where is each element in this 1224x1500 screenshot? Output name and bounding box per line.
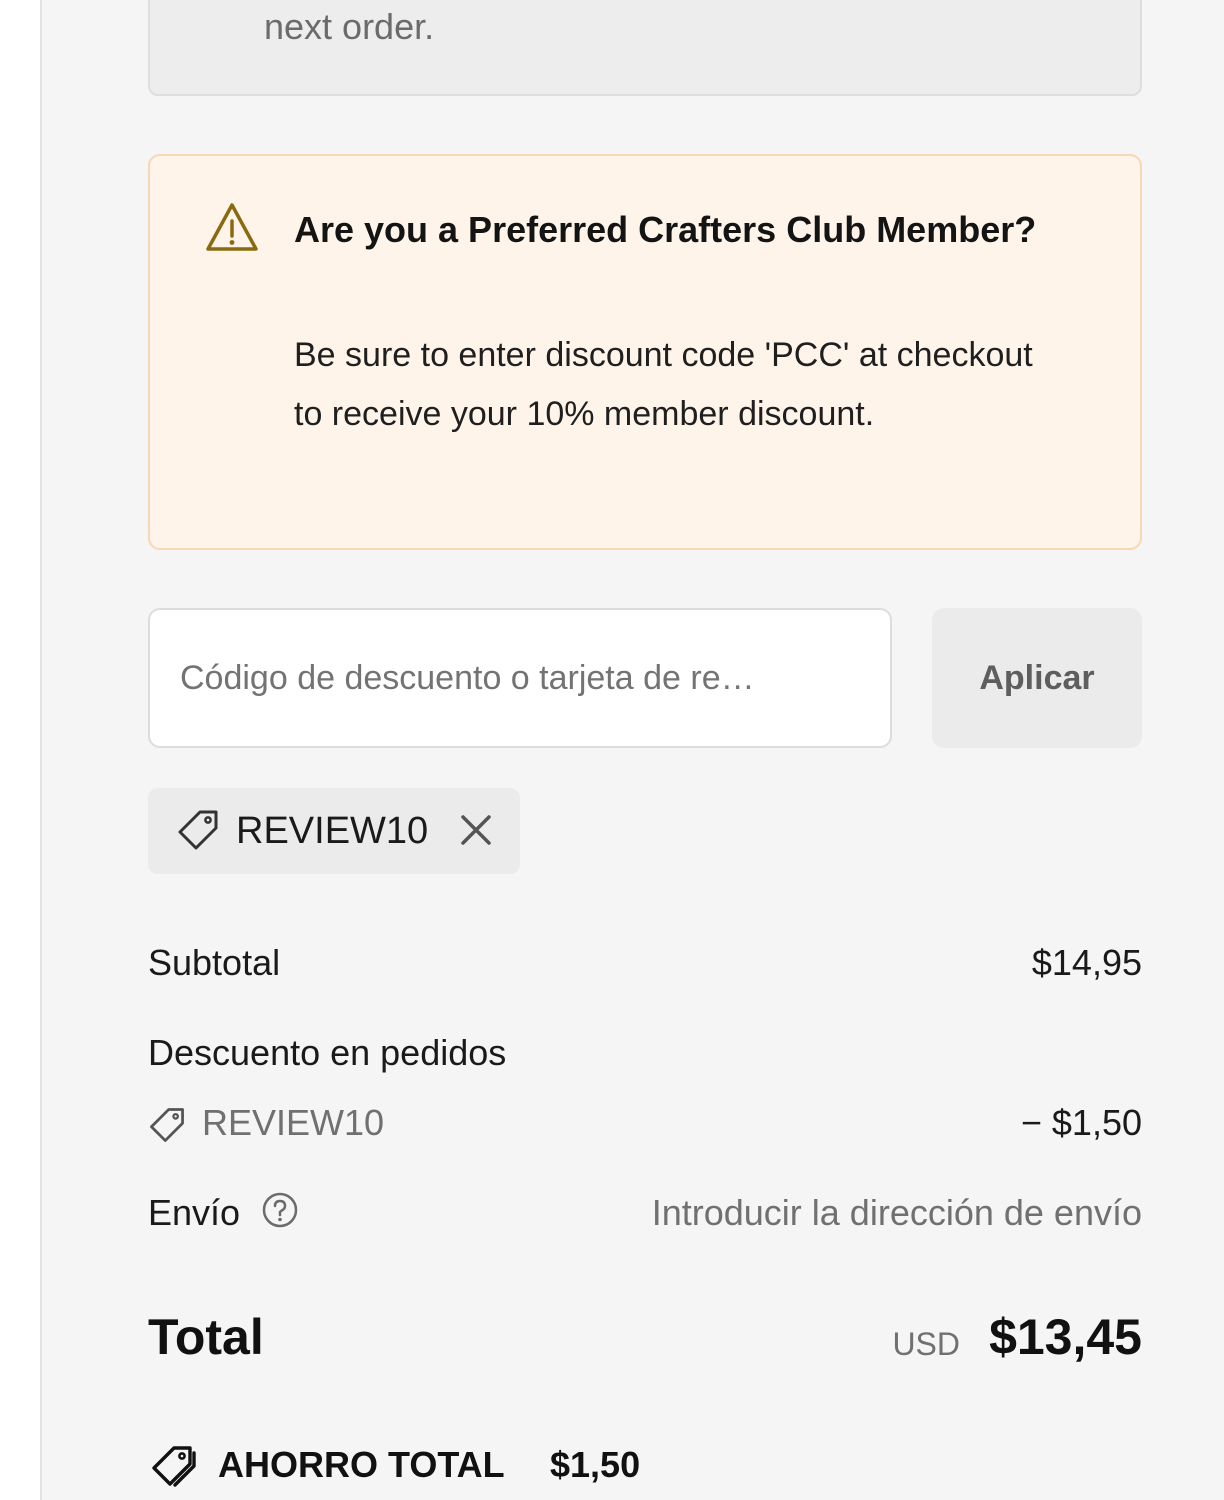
tag-icon <box>178 810 218 850</box>
total-savings-amount: $1,50 <box>550 1444 641 1485</box>
total-row: Total USD $13,45 <box>148 1306 1142 1370</box>
pcc-notice-title: Are you a Preferred Crafters Club Member… <box>294 209 1037 250</box>
applied-code-label: REVIEW10 <box>236 810 429 852</box>
page-gutter <box>0 0 42 1500</box>
applied-discount-chip: REVIEW10 <box>148 788 520 874</box>
subtotal-label: Subtotal <box>148 942 281 983</box>
pcc-notice-body: Be sure to enter discount code 'PCC' at … <box>294 336 1033 433</box>
previous-notice: next order. <box>148 0 1142 96</box>
order-discount-value-row: − $1,50 <box>148 1102 1142 1146</box>
discount-code-input[interactable] <box>148 608 892 748</box>
subtotal-value: $14,95 <box>1031 942 1142 983</box>
order-discount-label: Descuento en pedidos <box>148 1032 507 1073</box>
total-label: Total <box>148 1309 264 1365</box>
total-currency: USD <box>892 1326 960 1362</box>
order-discount-value: − $1,50 <box>1020 1102 1142 1143</box>
shipping-row: Envío Introducir la dirección de envío <box>148 1192 1142 1236</box>
pcc-member-notice: Are you a Preferred Crafters Club Member… <box>148 154 1142 550</box>
subtotal-row: Subtotal $14,95 <box>148 942 1142 986</box>
warning-icon <box>206 203 258 251</box>
order-discount-row: Descuento en pedidos <box>148 1032 1142 1076</box>
total-amount: $13,45 <box>989 1309 1142 1365</box>
help-circle-icon[interactable] <box>260 1190 300 1230</box>
shipping-label: Envío <box>148 1192 241 1233</box>
total-savings-label: AHORRO TOTAL <box>218 1444 505 1485</box>
remove-discount-close-icon[interactable] <box>454 808 498 852</box>
previous-notice-text: next order. <box>264 6 435 47</box>
shipping-value: Introducir la dirección de envío <box>651 1192 1142 1233</box>
tags-icon <box>152 1446 196 1487</box>
apply-discount-button[interactable]: Aplicar <box>932 608 1142 748</box>
